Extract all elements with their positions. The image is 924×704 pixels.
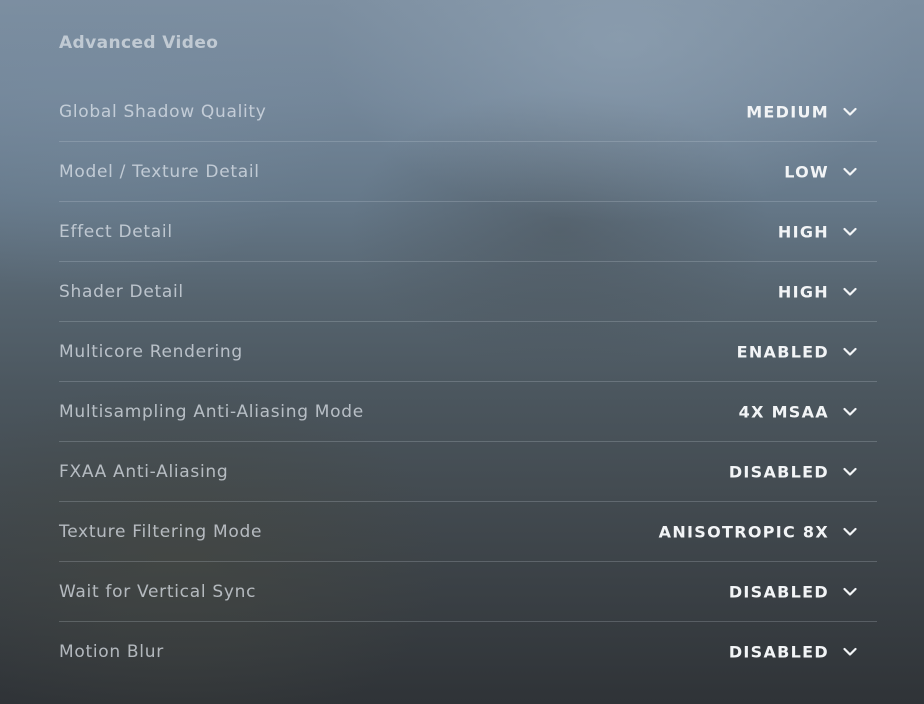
chevron-down-icon[interactable] <box>843 107 857 116</box>
setting-value: HIGH <box>777 222 829 241</box>
setting-label: Wait for Vertical Sync <box>59 581 257 602</box>
setting-value: DISABLED <box>728 642 829 661</box>
setting-row-effect-detail[interactable]: Effect Detail HIGH <box>59 202 877 262</box>
setting-label: Texture Filtering Mode <box>59 521 263 542</box>
setting-row-fxaa-anti-aliasing[interactable]: FXAA Anti-Aliasing DISABLED <box>59 442 877 502</box>
setting-row-model-texture-detail[interactable]: Model / Texture Detail LOW <box>59 142 877 202</box>
chevron-down-icon[interactable] <box>843 287 857 296</box>
setting-dropdown[interactable]: HIGH <box>778 282 857 301</box>
chevron-down-icon[interactable] <box>843 527 857 536</box>
setting-dropdown[interactable]: MEDIUM <box>746 102 857 121</box>
setting-label: Global Shadow Quality <box>59 101 267 122</box>
setting-dropdown[interactable]: DISABLED <box>729 462 857 481</box>
setting-label: Model / Texture Detail <box>59 161 260 182</box>
setting-label: Motion Blur <box>59 641 164 662</box>
settings-list: Global Shadow Quality MEDIUM Model / Tex… <box>59 82 877 681</box>
setting-dropdown[interactable]: DISABLED <box>729 582 857 601</box>
setting-value: HIGH <box>777 282 829 301</box>
setting-dropdown[interactable]: HIGH <box>778 222 857 241</box>
setting-value: DISABLED <box>728 462 829 481</box>
setting-dropdown[interactable]: DISABLED <box>729 642 857 661</box>
setting-dropdown[interactable]: ANISOTROPIC 8X <box>659 522 857 541</box>
chevron-down-icon[interactable] <box>843 167 857 176</box>
chevron-down-icon[interactable] <box>843 227 857 236</box>
setting-dropdown[interactable]: LOW <box>784 162 857 181</box>
setting-row-texture-filtering-mode[interactable]: Texture Filtering Mode ANISOTROPIC 8X <box>59 502 877 562</box>
setting-row-shader-detail[interactable]: Shader Detail HIGH <box>59 262 877 322</box>
chevron-down-icon[interactable] <box>843 347 857 356</box>
setting-label: Multicore Rendering <box>59 341 243 362</box>
chevron-down-icon[interactable] <box>843 467 857 476</box>
setting-label: Shader Detail <box>59 281 184 302</box>
setting-dropdown[interactable]: ENABLED <box>737 342 857 361</box>
setting-row-global-shadow-quality[interactable]: Global Shadow Quality MEDIUM <box>59 82 877 142</box>
setting-row-vertical-sync[interactable]: Wait for Vertical Sync DISABLED <box>59 562 877 622</box>
section-title: Advanced Video <box>59 33 219 53</box>
setting-value: ANISOTROPIC 8X <box>658 522 829 541</box>
setting-value: DISABLED <box>728 582 829 601</box>
setting-row-multicore-rendering[interactable]: Multicore Rendering ENABLED <box>59 322 877 382</box>
setting-row-msaa-mode[interactable]: Multisampling Anti-Aliasing Mode 4X MSAA <box>59 382 877 442</box>
chevron-down-icon[interactable] <box>843 407 857 416</box>
setting-label: Effect Detail <box>59 221 173 242</box>
setting-value: LOW <box>784 162 829 181</box>
setting-label: FXAA Anti-Aliasing <box>59 461 229 482</box>
setting-row-motion-blur[interactable]: Motion Blur DISABLED <box>59 622 877 681</box>
setting-value: MEDIUM <box>746 102 829 121</box>
chevron-down-icon[interactable] <box>843 647 857 656</box>
setting-dropdown[interactable]: 4X MSAA <box>739 402 857 421</box>
setting-value: 4X MSAA <box>738 402 829 421</box>
chevron-down-icon[interactable] <box>843 587 857 596</box>
setting-label: Multisampling Anti-Aliasing Mode <box>59 401 364 422</box>
setting-value: ENABLED <box>736 342 829 361</box>
